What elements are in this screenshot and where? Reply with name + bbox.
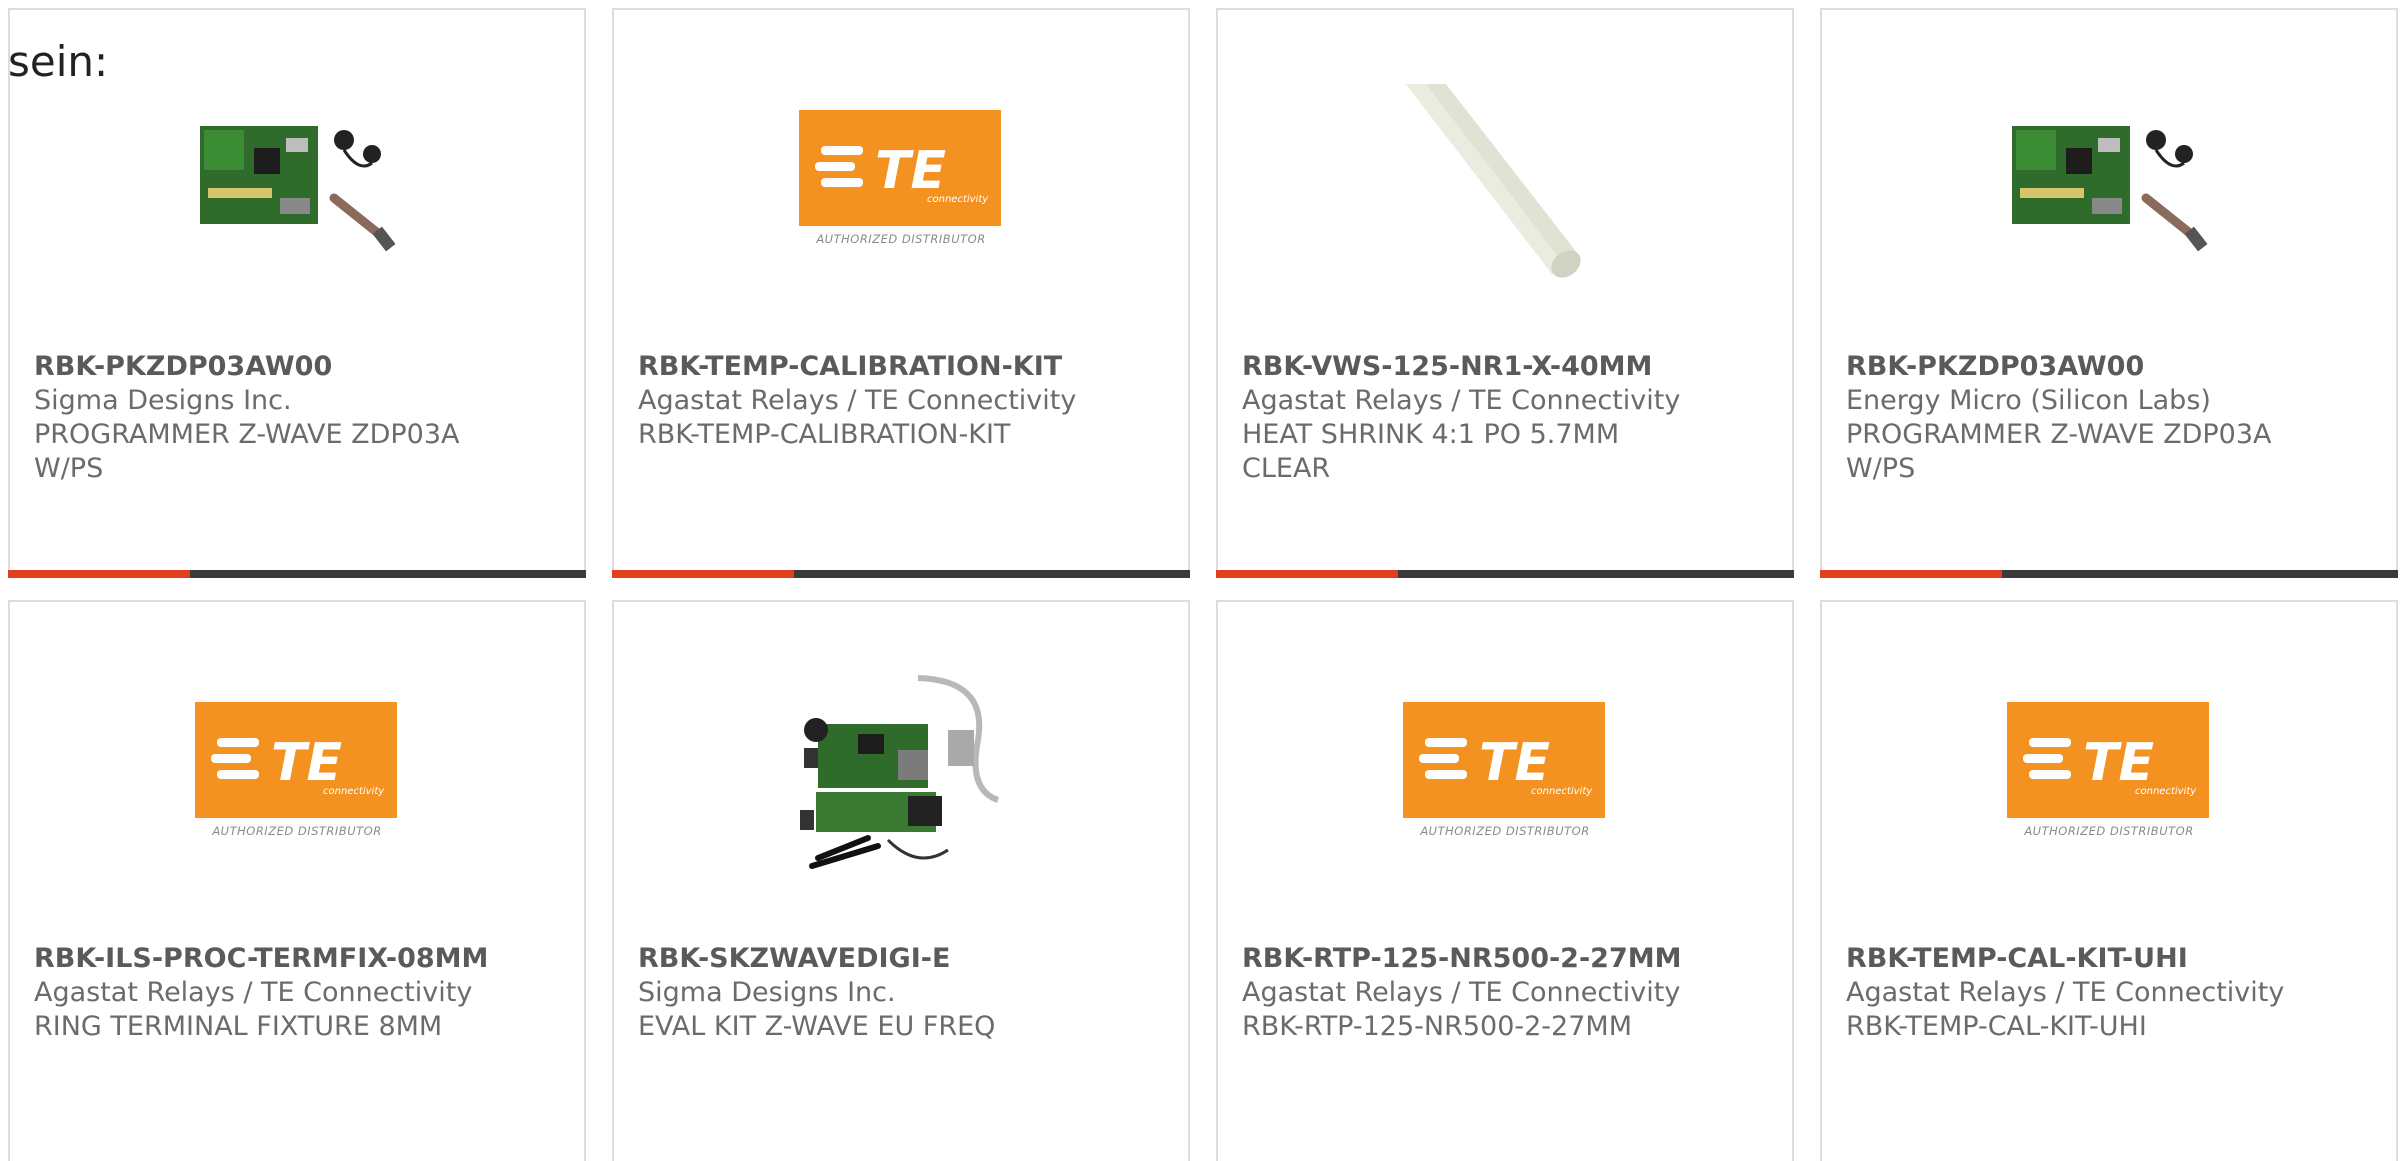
heat-shrink-tube-image bbox=[1402, 78, 1608, 284]
svg-text:connectivity: connectivity bbox=[1531, 786, 1593, 797]
te-logo-box: TE connectivity bbox=[1403, 702, 1605, 818]
authorized-distributor-label: AUTHORIZED DISTRIBUTOR bbox=[816, 232, 986, 246]
te-logo: TE connectivity AUTHORIZED DISTRIBUTOR bbox=[1403, 702, 1607, 842]
product-card[interactable]: TE connectivity AUTHORIZED DISTRIBUTOR R… bbox=[1820, 600, 2398, 1161]
product-info: RBK-ILS-PROC-TERMFIX-08MM Agastat Relays… bbox=[34, 942, 560, 1044]
product-card[interactable]: RBK-VWS-125-NR1-X-40MM Agastat Relays / … bbox=[1216, 8, 1794, 578]
manufacturer: Energy Micro (Silicon Labs) bbox=[1846, 385, 2211, 416]
manufacturer: Sigma Designs Inc. bbox=[638, 977, 896, 1008]
svg-text:TE: TE bbox=[1479, 733, 1550, 793]
card-bar-accent bbox=[612, 570, 794, 578]
product-info: RBK-RTP-125-NR500-2-27MM Agastat Relays … bbox=[1242, 942, 1768, 1044]
description: RING TERMINAL FIXTURE 8MM bbox=[34, 1011, 443, 1042]
product-card[interactable]: TE connectivity AUTHORIZED DISTRIBUTOR R… bbox=[1216, 600, 1794, 1161]
te-wordmark-icon: TE connectivity bbox=[1419, 733, 1593, 797]
svg-text:connectivity: connectivity bbox=[927, 194, 989, 205]
svg-text:TE: TE bbox=[271, 733, 342, 793]
programmer-board-image bbox=[2006, 78, 2212, 284]
description: RBK-TEMP-CAL-KIT-UHI bbox=[1846, 1011, 2147, 1042]
te-logo: TE connectivity AUTHORIZED DISTRIBUTOR bbox=[2007, 702, 2211, 842]
product-grid: RBK-PKZDP03AW00 Sigma Designs Inc. PROGR… bbox=[8, 8, 2400, 1161]
description: HEAT SHRINK 4:1 PO 5.7MM CLEAR bbox=[1242, 419, 1620, 484]
eval-kit-image bbox=[798, 670, 1004, 876]
manufacturer: Sigma Designs Inc. bbox=[34, 385, 292, 416]
product-card[interactable]: RBK-SKZWAVEDIGI-E Sigma Designs Inc. EVA… bbox=[612, 600, 1190, 1161]
card-bar bbox=[1216, 570, 1794, 578]
product-info: RBK-VWS-125-NR1-X-40MM Agastat Relays / … bbox=[1242, 350, 1768, 486]
part-number-link[interactable]: RBK-PKZDP03AW00 bbox=[34, 350, 560, 384]
manufacturer: Agastat Relays / TE Connectivity bbox=[1242, 385, 1681, 416]
product-info: RBK-TEMP-CALIBRATION-KIT Agastat Relays … bbox=[638, 350, 1164, 452]
manufacturer: Agastat Relays / TE Connectivity bbox=[34, 977, 473, 1008]
authorized-distributor-label: AUTHORIZED DISTRIBUTOR bbox=[2024, 824, 2194, 838]
page: sein: RBK-PKZDP03AW00 Sigma Designs Inc. bbox=[0, 0, 2400, 1161]
card-bar bbox=[8, 570, 586, 578]
product-info: RBK-SKZWAVEDIGI-E Sigma Designs Inc. EVA… bbox=[638, 942, 1164, 1044]
description: PROGRAMMER Z-WAVE ZDP03A W/PS bbox=[1846, 419, 2272, 484]
intro-text: sein: bbox=[8, 37, 109, 86]
part-number-link[interactable]: RBK-TEMP-CALIBRATION-KIT bbox=[638, 350, 1164, 384]
te-wordmark-icon: TE connectivity bbox=[2023, 733, 2197, 797]
te-logo-box: TE connectivity bbox=[799, 110, 1001, 226]
product-info: RBK-PKZDP03AW00 Sigma Designs Inc. PROGR… bbox=[34, 350, 560, 486]
manufacturer: Agastat Relays / TE Connectivity bbox=[638, 385, 1077, 416]
part-number-link[interactable]: RBK-PKZDP03AW00 bbox=[1846, 350, 2372, 384]
card-bar-accent bbox=[1820, 570, 2002, 578]
te-logo-box: TE connectivity bbox=[2007, 702, 2209, 818]
part-number-link[interactable]: RBK-ILS-PROC-TERMFIX-08MM bbox=[34, 942, 560, 976]
product-card[interactable]: RBK-PKZDP03AW00 Sigma Designs Inc. PROGR… bbox=[8, 8, 586, 578]
part-number-link[interactable]: RBK-RTP-125-NR500-2-27MM bbox=[1242, 942, 1768, 976]
description: EVAL KIT Z-WAVE EU FREQ bbox=[638, 1011, 996, 1042]
product-card[interactable]: TE connectivity AUTHORIZED DISTRIBUTOR R… bbox=[612, 8, 1190, 578]
description: RBK-TEMP-CALIBRATION-KIT bbox=[638, 419, 1011, 450]
description: PROGRAMMER Z-WAVE ZDP03A W/PS bbox=[34, 419, 460, 484]
manufacturer: Agastat Relays / TE Connectivity bbox=[1242, 977, 1681, 1008]
svg-text:TE: TE bbox=[2083, 733, 2154, 793]
card-bar bbox=[612, 570, 1190, 578]
te-logo-box: TE connectivity bbox=[195, 702, 397, 818]
card-bar-accent bbox=[8, 570, 190, 578]
te-wordmark-icon: TE connectivity bbox=[211, 733, 385, 797]
authorized-distributor-label: AUTHORIZED DISTRIBUTOR bbox=[212, 824, 382, 838]
part-number-link[interactable]: RBK-SKZWAVEDIGI-E bbox=[638, 942, 1164, 976]
svg-text:TE: TE bbox=[875, 141, 946, 201]
product-info: RBK-PKZDP03AW00 Energy Micro (Silicon La… bbox=[1846, 350, 2372, 486]
te-logo: TE connectivity AUTHORIZED DISTRIBUTOR bbox=[195, 702, 399, 842]
card-bar bbox=[1820, 570, 2398, 578]
product-info: RBK-TEMP-CAL-KIT-UHI Agastat Relays / TE… bbox=[1846, 942, 2372, 1044]
part-number-link[interactable]: RBK-TEMP-CAL-KIT-UHI bbox=[1846, 942, 2372, 976]
product-card[interactable]: TE connectivity AUTHORIZED DISTRIBUTOR R… bbox=[8, 600, 586, 1161]
manufacturer: Agastat Relays / TE Connectivity bbox=[1846, 977, 2285, 1008]
card-bar-accent bbox=[1216, 570, 1398, 578]
part-number-link[interactable]: RBK-VWS-125-NR1-X-40MM bbox=[1242, 350, 1768, 384]
te-wordmark-icon: TE connectivity bbox=[815, 141, 989, 205]
te-logo: TE connectivity AUTHORIZED DISTRIBUTOR bbox=[799, 110, 1003, 250]
svg-text:connectivity: connectivity bbox=[323, 786, 385, 797]
description: RBK-RTP-125-NR500-2-27MM bbox=[1242, 1011, 1632, 1042]
authorized-distributor-label: AUTHORIZED DISTRIBUTOR bbox=[1420, 824, 1590, 838]
programmer-board-image bbox=[194, 78, 400, 284]
product-card[interactable]: RBK-PKZDP03AW00 Energy Micro (Silicon La… bbox=[1820, 8, 2398, 578]
svg-text:connectivity: connectivity bbox=[2135, 786, 2197, 797]
